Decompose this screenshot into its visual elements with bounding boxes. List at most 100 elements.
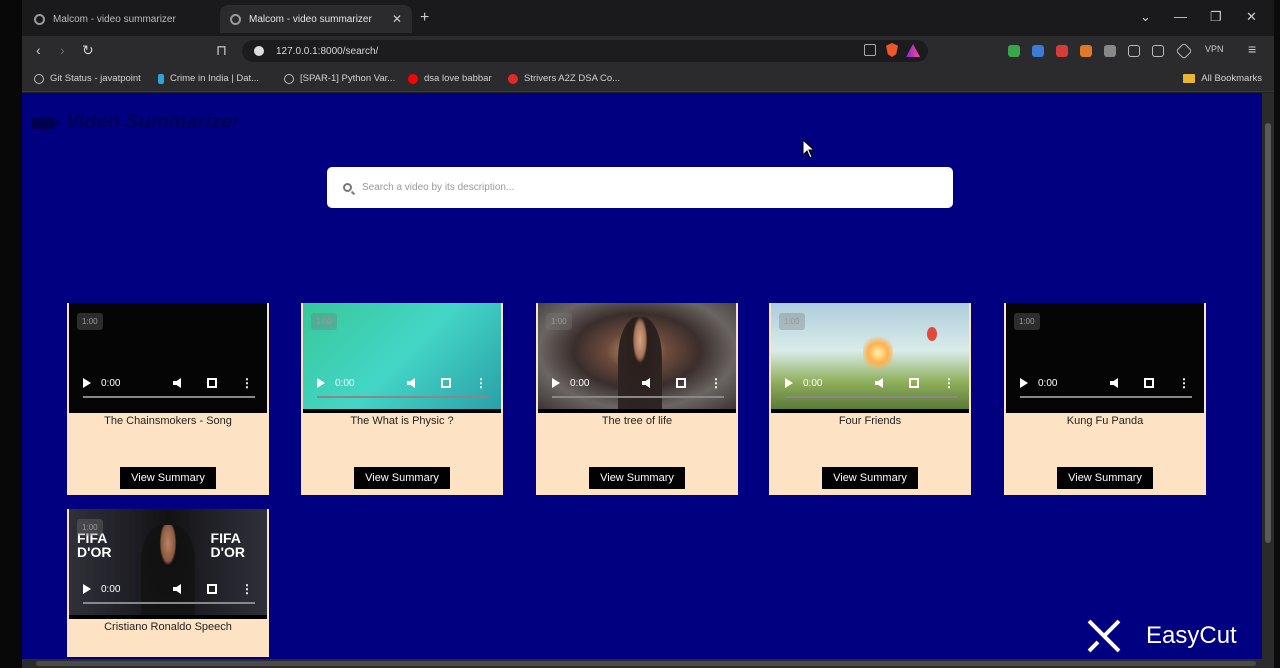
volume-icon[interactable] [642,378,650,388]
bookmark-item[interactable]: Strivers A2Z DSA Co... [508,73,620,84]
video-progress-bar[interactable] [317,396,489,398]
view-summary-button[interactable]: View Summary [120,467,216,489]
globe-icon [34,13,45,25]
fullscreen-icon[interactable] [441,378,451,388]
toolbar: ‹ › ↻ ⊓ 127.0.0.1:8000/search/ VPN ≡ [22,36,1274,66]
extension-icon[interactable] [1008,45,1020,57]
play-icon[interactable] [552,378,560,388]
sidebar-icon[interactable] [1128,45,1140,57]
fullscreen-icon[interactable] [909,378,919,388]
leo-icon[interactable] [1175,42,1193,60]
wallet-icon[interactable] [1152,45,1164,57]
extensions-puzzle-icon[interactable] [1104,45,1116,57]
brave-shields-icon[interactable] [886,43,898,57]
play-icon[interactable] [83,584,91,594]
search-bar[interactable] [327,167,953,208]
extension-icon[interactable] [1032,45,1044,57]
all-bookmarks-label: All Bookmarks [1201,73,1262,84]
back-icon[interactable]: ‹ [36,42,41,58]
view-summary-button[interactable]: View Summary [589,467,685,489]
volume-icon[interactable] [1110,378,1118,388]
search-input[interactable] [362,182,922,193]
view-summary-button[interactable]: View Summary [1057,467,1153,489]
tab-1[interactable]: Malcom - video summarizer [24,5,218,33]
close-tab-icon[interactable]: ✕ [392,12,402,26]
video-player[interactable]: 1:00 0:00 ⋮ [538,303,736,413]
video-card: 1:00 0:00 ⋮ The What is Physic ? View Summar… [301,303,503,495]
video-player[interactable]: 1:00 0:00 ⋮ [771,303,969,413]
more-options-icon[interactable]: ⋮ [241,582,253,596]
play-icon[interactable] [83,378,91,388]
video-title: The Chainsmokers - Song [104,415,232,427]
brand-title: Video Summarizer [66,111,240,133]
video-player[interactable]: 1:00 0:00 ⋮ [1006,303,1204,413]
video-progress-bar[interactable] [1020,396,1192,398]
bookmark-item[interactable]: Crime in India | Dat... [158,73,259,84]
tab-label: Malcom - video summarizer [53,13,176,25]
vpn-button[interactable]: VPN [1205,44,1224,54]
vertical-scrollbar[interactable] [1262,93,1274,659]
screen: Malcom - video summarizer Malcom - video… [0,0,1280,668]
new-tab-button[interactable]: + [420,9,429,27]
scrollbar-thumb[interactable] [36,661,1256,666]
video-camera-icon [32,116,61,129]
play-icon[interactable] [1020,378,1028,388]
video-player[interactable]: 1:00 0:00 ⋮ [69,303,267,413]
extension-icon[interactable] [1080,45,1092,57]
bookmark-item[interactable]: [SPAR-1] Python Var... [284,73,395,84]
video-card: 1:00 0:00 ⋮ Kung Fu Panda View Summary [1004,303,1206,495]
video-progress-bar[interactable] [552,396,724,398]
url-text: 127.0.0.1:8000/search/ [276,45,379,57]
bookmark-item[interactable]: Git Status - javatpoint [34,73,141,84]
more-options-icon[interactable]: ⋮ [710,376,722,390]
maximize-button[interactable]: ❐ [1210,9,1222,25]
play-icon[interactable] [785,378,793,388]
video-progress-bar[interactable] [83,396,255,398]
video-progress-bar[interactable] [785,396,957,398]
tab-search-icon[interactable]: ⌄ [1140,9,1151,25]
volume-icon[interactable] [173,584,181,594]
bookmark-icon[interactable]: ⊓ [216,42,227,59]
watermark-label: EasyCut [1146,622,1237,649]
minimize-button[interactable]: — [1174,9,1187,24]
more-options-icon[interactable]: ⋮ [943,376,955,390]
volume-icon[interactable] [407,378,415,388]
site-info-icon[interactable] [254,46,264,56]
brave-rewards-icon[interactable] [906,44,920,57]
video-title: Four Friends [838,415,902,427]
video-progress-bar[interactable] [83,602,255,604]
fullscreen-icon[interactable] [207,584,217,594]
more-options-icon[interactable]: ⋮ [1178,376,1190,390]
video-player[interactable]: FIFA D'OR FIFA D'OR 1:00 0:00 ⋮ [69,509,267,619]
scrollbar-thumb[interactable] [1265,123,1271,543]
fullscreen-icon[interactable] [1144,378,1154,388]
volume-icon[interactable] [173,378,181,388]
bookmark-label: dsa love babbar [424,73,492,84]
extension-icon[interactable] [1056,45,1068,57]
fullscreen-icon[interactable] [207,378,217,388]
more-options-icon[interactable]: ⋮ [475,376,487,390]
reload-icon[interactable]: ↻ [82,42,94,59]
horizontal-scrollbar[interactable] [22,659,1274,668]
address-bar[interactable]: 127.0.0.1:8000/search/ [242,40,928,62]
video-time: 0:00 [570,377,590,389]
play-icon[interactable] [317,378,325,388]
video-title: The What is Physic ? [350,415,454,427]
all-bookmarks[interactable]: All Bookmarks [1183,73,1262,84]
more-options-icon[interactable]: ⋮ [241,376,253,390]
close-window-button[interactable]: ✕ [1246,9,1257,25]
view-summary-button[interactable]: View Summary [822,467,918,489]
volume-icon[interactable] [875,378,883,388]
menu-icon[interactable]: ≡ [1248,41,1256,57]
fifa-text: FIFA D'OR [210,530,245,560]
video-card: FIFA D'OR FIFA D'OR 1:00 0:00 ⋮ Cristiano Ronal… [67,509,269,657]
window-edge [0,0,22,668]
fullscreen-icon[interactable] [676,378,686,388]
video-player[interactable]: 1:00 0:00 ⋮ [303,303,501,413]
share-icon[interactable] [864,44,876,56]
forward-icon[interactable]: › [60,42,65,58]
bookmark-item[interactable]: dsa love babbar [408,73,492,84]
tab-2[interactable]: Malcom - video summarizer ✕ [220,5,412,33]
brand-logo[interactable]: Video Summarizer [32,111,240,134]
view-summary-button[interactable]: View Summary [354,467,450,489]
